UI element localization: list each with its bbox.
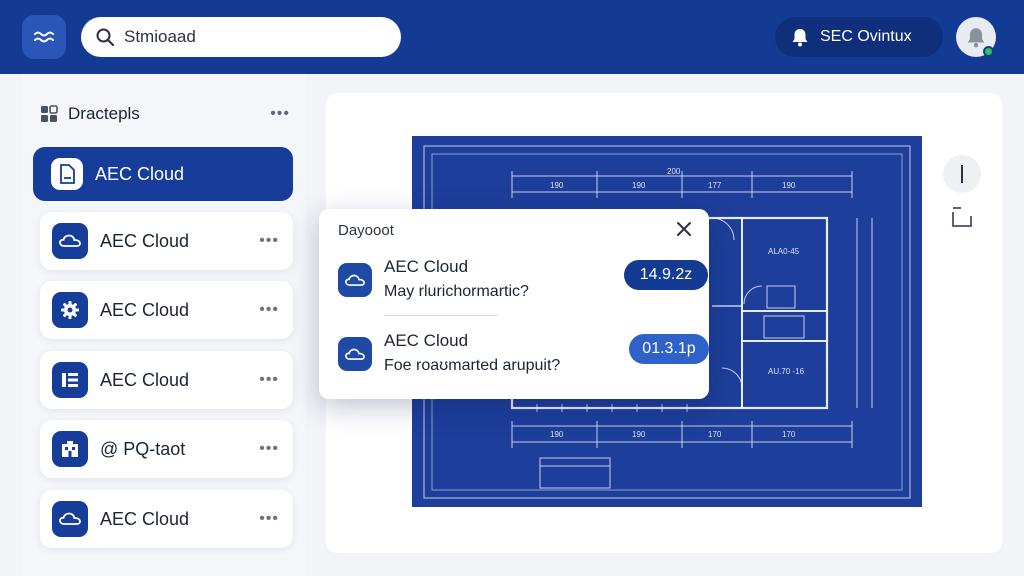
list-icon <box>52 362 88 398</box>
details-popup: Dayooot AEC Cloud May rlurichormartic? 1… <box>319 209 709 399</box>
sidebar-item-label: @ PQ-taot <box>100 438 186 459</box>
frame-tool-icon <box>952 207 972 227</box>
grid-icon <box>52 431 88 467</box>
cloud-icon <box>338 263 372 297</box>
item-more-button[interactable]: ••• <box>259 440 279 458</box>
grid-icon <box>41 105 58 122</box>
dimension-label: 190 <box>632 181 646 190</box>
sidebar-item-label: AEC Cloud <box>100 369 190 390</box>
account-button[interactable]: SEC Ovintux <box>775 17 943 57</box>
item-more-button[interactable]: ••• <box>259 301 279 319</box>
sidebar-item-label: AEC Cloud <box>95 163 185 184</box>
sidebar-more-button[interactable]: ••• <box>270 105 290 123</box>
popup-divider <box>384 315 498 316</box>
menu-icon <box>34 31 54 43</box>
sidebar-item-label: AEC Cloud <box>100 230 190 251</box>
search-text: Stmioaad <box>124 27 196 46</box>
dimension-label: 177 <box>708 181 722 190</box>
bell-icon <box>967 28 985 48</box>
sidebar-item-aec-cloud-2[interactable]: AEC Cloud ••• <box>40 490 293 548</box>
cloud-icon <box>52 501 88 537</box>
sidebar-item-aec-cloud[interactable]: AEC Cloud ••• <box>40 212 293 270</box>
popup-row[interactable]: AEC Cloud May rlurichormartic? 14.9.2z <box>338 257 708 309</box>
sidebar-item-aec-cloud-list[interactable]: AEC Cloud ••• <box>40 351 293 409</box>
sidebar-item-aec-cloud-active[interactable]: AEC Cloud <box>33 147 293 201</box>
search-input[interactable]: Stmioaad <box>81 17 401 57</box>
cloud-icon <box>338 337 372 371</box>
dimension-label: 190 <box>550 181 564 190</box>
dimension-label: 170 <box>708 430 722 439</box>
version-badge[interactable]: 14.9.2z <box>624 260 708 290</box>
sidebar-item-pq-taot[interactable]: @ PQ-taot ••• <box>40 420 293 478</box>
item-more-button[interactable]: ••• <box>259 510 279 528</box>
popup-title: Dayooot <box>338 222 394 239</box>
cloud-icon <box>52 223 88 259</box>
item-more-button[interactable]: ••• <box>259 371 279 389</box>
sidebar-item-label: AEC Cloud <box>100 508 190 529</box>
dimension-label: 200 <box>667 167 681 176</box>
menu-button[interactable] <box>22 15 66 59</box>
item-more-button[interactable]: ••• <box>259 232 279 250</box>
toolbar-frame-tool-button[interactable] <box>950 205 974 229</box>
dimension-label: 190 <box>632 430 646 439</box>
online-status-dot <box>983 46 994 57</box>
popup-row-name: AEC Cloud <box>384 257 469 276</box>
popup-row-description: Foe roaʊmarted arupuit? <box>384 357 561 374</box>
room-label: ALA0-45 <box>768 247 800 256</box>
version-badge[interactable]: 01.3.1p <box>629 334 709 364</box>
room-label: AU.70 -16 <box>768 367 805 376</box>
sidebar-item-label: AEC Cloud <box>100 299 190 320</box>
sidebar-header: Dractepls ••• <box>40 102 290 126</box>
search-icon <box>96 28 115 47</box>
line-tool-icon <box>961 165 963 183</box>
sidebar: Dractepls ••• AEC Cloud AEC Cloud ••• AE… <box>22 74 306 576</box>
gear-icon <box>52 292 88 328</box>
popup-row-description: May rlurichormartic? <box>384 283 529 300</box>
bell-icon <box>792 29 808 47</box>
dimension-label: 190 <box>782 181 796 190</box>
dimension-label: 190 <box>550 430 564 439</box>
sidebar-title: Dractepls <box>68 104 140 123</box>
close-icon[interactable] <box>675 220 693 238</box>
sidebar-item-aec-cloud-settings[interactable]: AEC Cloud ••• <box>40 281 293 339</box>
account-name: SEC Ovintux <box>820 28 912 45</box>
popup-row-name: AEC Cloud <box>384 331 469 350</box>
document-icon <box>51 158 83 190</box>
toolbar-line-tool-button[interactable] <box>943 155 981 193</box>
popup-row[interactable]: AEC Cloud Foe roaʊmarted arupuit? 01.3.1… <box>338 331 709 383</box>
dimension-label: 170 <box>782 430 796 439</box>
